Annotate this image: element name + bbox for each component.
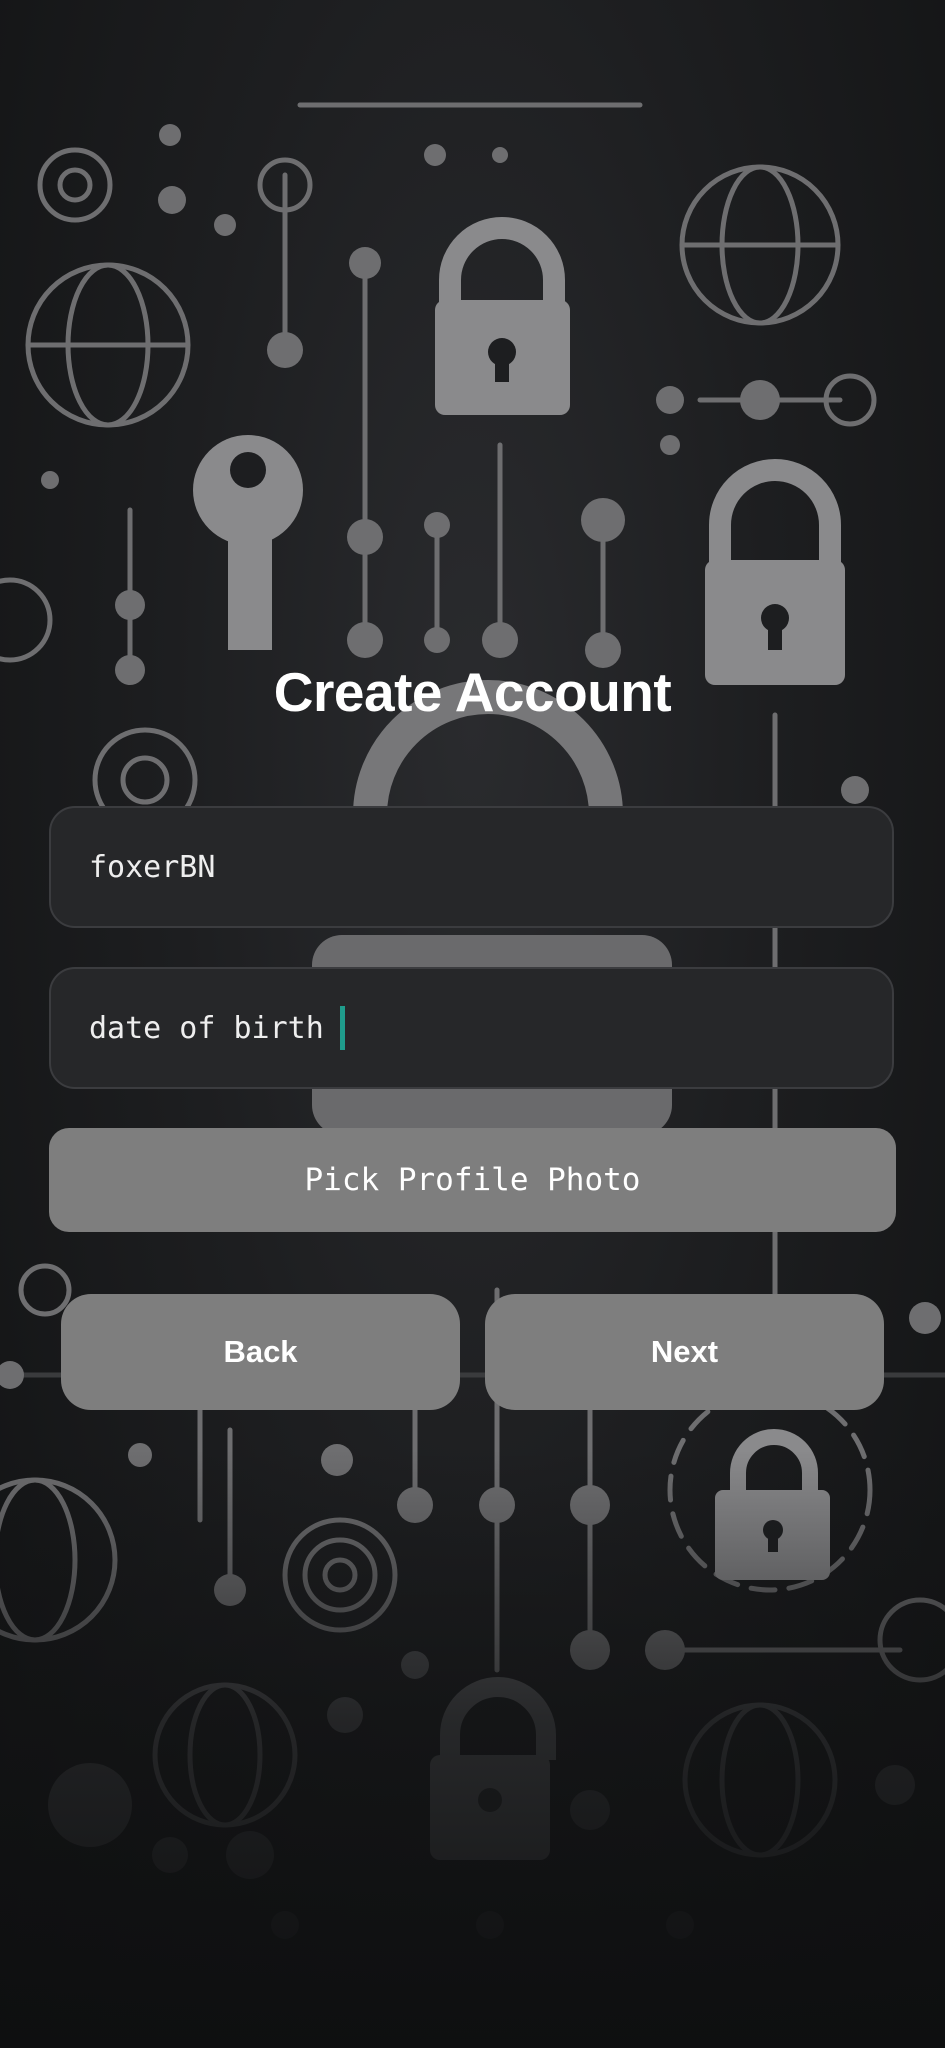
date-of-birth-field[interactable]: date of birth [49,967,894,1089]
next-button[interactable]: Next [485,1294,884,1410]
username-field-value: foxerBN [89,849,216,885]
pick-profile-photo-button[interactable]: Pick Profile Photo [49,1128,896,1232]
username-field[interactable]: foxerBN [49,806,894,928]
back-button[interactable]: Back [61,1294,460,1410]
create-account-screen: Create Account foxerBN date of birth Pic… [0,0,945,2048]
text-cursor [339,1006,345,1050]
background-bottom-fade [0,1450,945,2048]
date-of-birth-field-value: date of birth [89,1010,324,1046]
page-title: Create Account [273,661,672,723]
